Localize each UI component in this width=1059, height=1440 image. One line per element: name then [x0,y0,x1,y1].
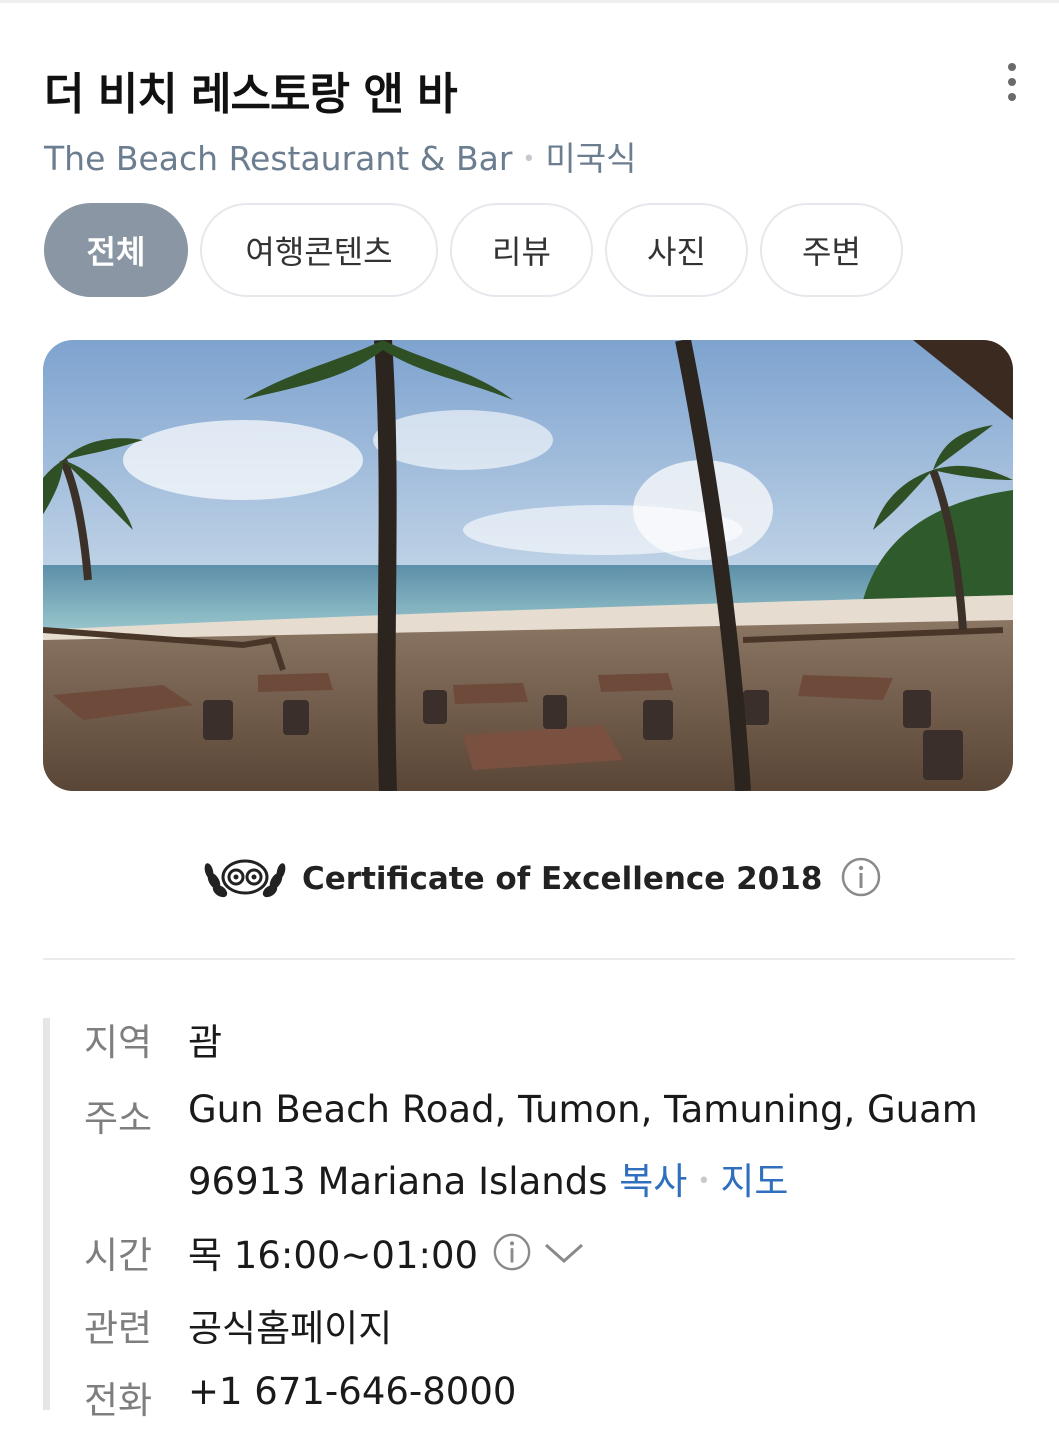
tab-bar: 전체 여행콘텐츠 리뷰 사진 주변 [44,203,903,297]
certificate-text: Certificate of Excellence 2018 [302,861,823,897]
hours-value: 목 16:00~01:00 [188,1234,479,1277]
address-line-2: 96913 Mariana Islands [188,1160,608,1203]
link-separator: • [697,1169,711,1194]
place-title: 더 비치 레스토랑 앤 바 [44,69,458,120]
phone-number[interactable]: +1 671-646-8000 [188,1370,516,1413]
address-line-2-row: 96913 Mariana Islands 복사 • 지도 [188,1151,788,1205]
info-icon[interactable] [492,1232,532,1272]
official-homepage-link[interactable]: 공식홈페이지 [188,1298,392,1352]
tripadvisor-laurel-icon [200,847,290,911]
phone-label: 전화 [84,1379,153,1422]
english-name: The Beach Restaurant & Bar [44,139,513,178]
address-line-1: Gun Beach Road, Tumon, Tamuning, Guam [188,1088,978,1131]
cuisine-category: 미국식 [545,139,637,178]
tab-nearby[interactable]: 주변 [760,203,903,297]
tab-photos[interactable]: 사진 [605,203,748,297]
address-label: 주소 [84,1097,153,1140]
related-label: 관련 [84,1307,153,1350]
certificate-of-excellence: Certificate of Excellence 2018 [200,846,882,912]
subtitle-separator: • [522,147,536,172]
map-link[interactable]: 지도 [720,1160,788,1203]
place-subtitle: The Beach Restaurant & Bar • 미국식 [44,132,636,180]
restaurant-photo[interactable] [43,340,1013,791]
section-divider [43,958,1015,960]
region-label: 지역 [84,1021,153,1064]
chevron-down-icon[interactable] [542,1232,586,1272]
top-divider [0,0,1059,3]
tab-travel-content[interactable]: 여행콘텐츠 [200,203,438,297]
copy-address-link[interactable]: 복사 [619,1160,687,1203]
hours-label: 시간 [84,1234,153,1277]
tab-reviews[interactable]: 리뷰 [450,203,593,297]
tab-all[interactable]: 전체 [44,203,188,297]
region-link[interactable]: 괌 [188,1012,222,1066]
info-icon[interactable] [840,856,882,902]
more-vertical-icon[interactable] [996,60,1028,104]
details-side-bar [43,1018,50,1410]
